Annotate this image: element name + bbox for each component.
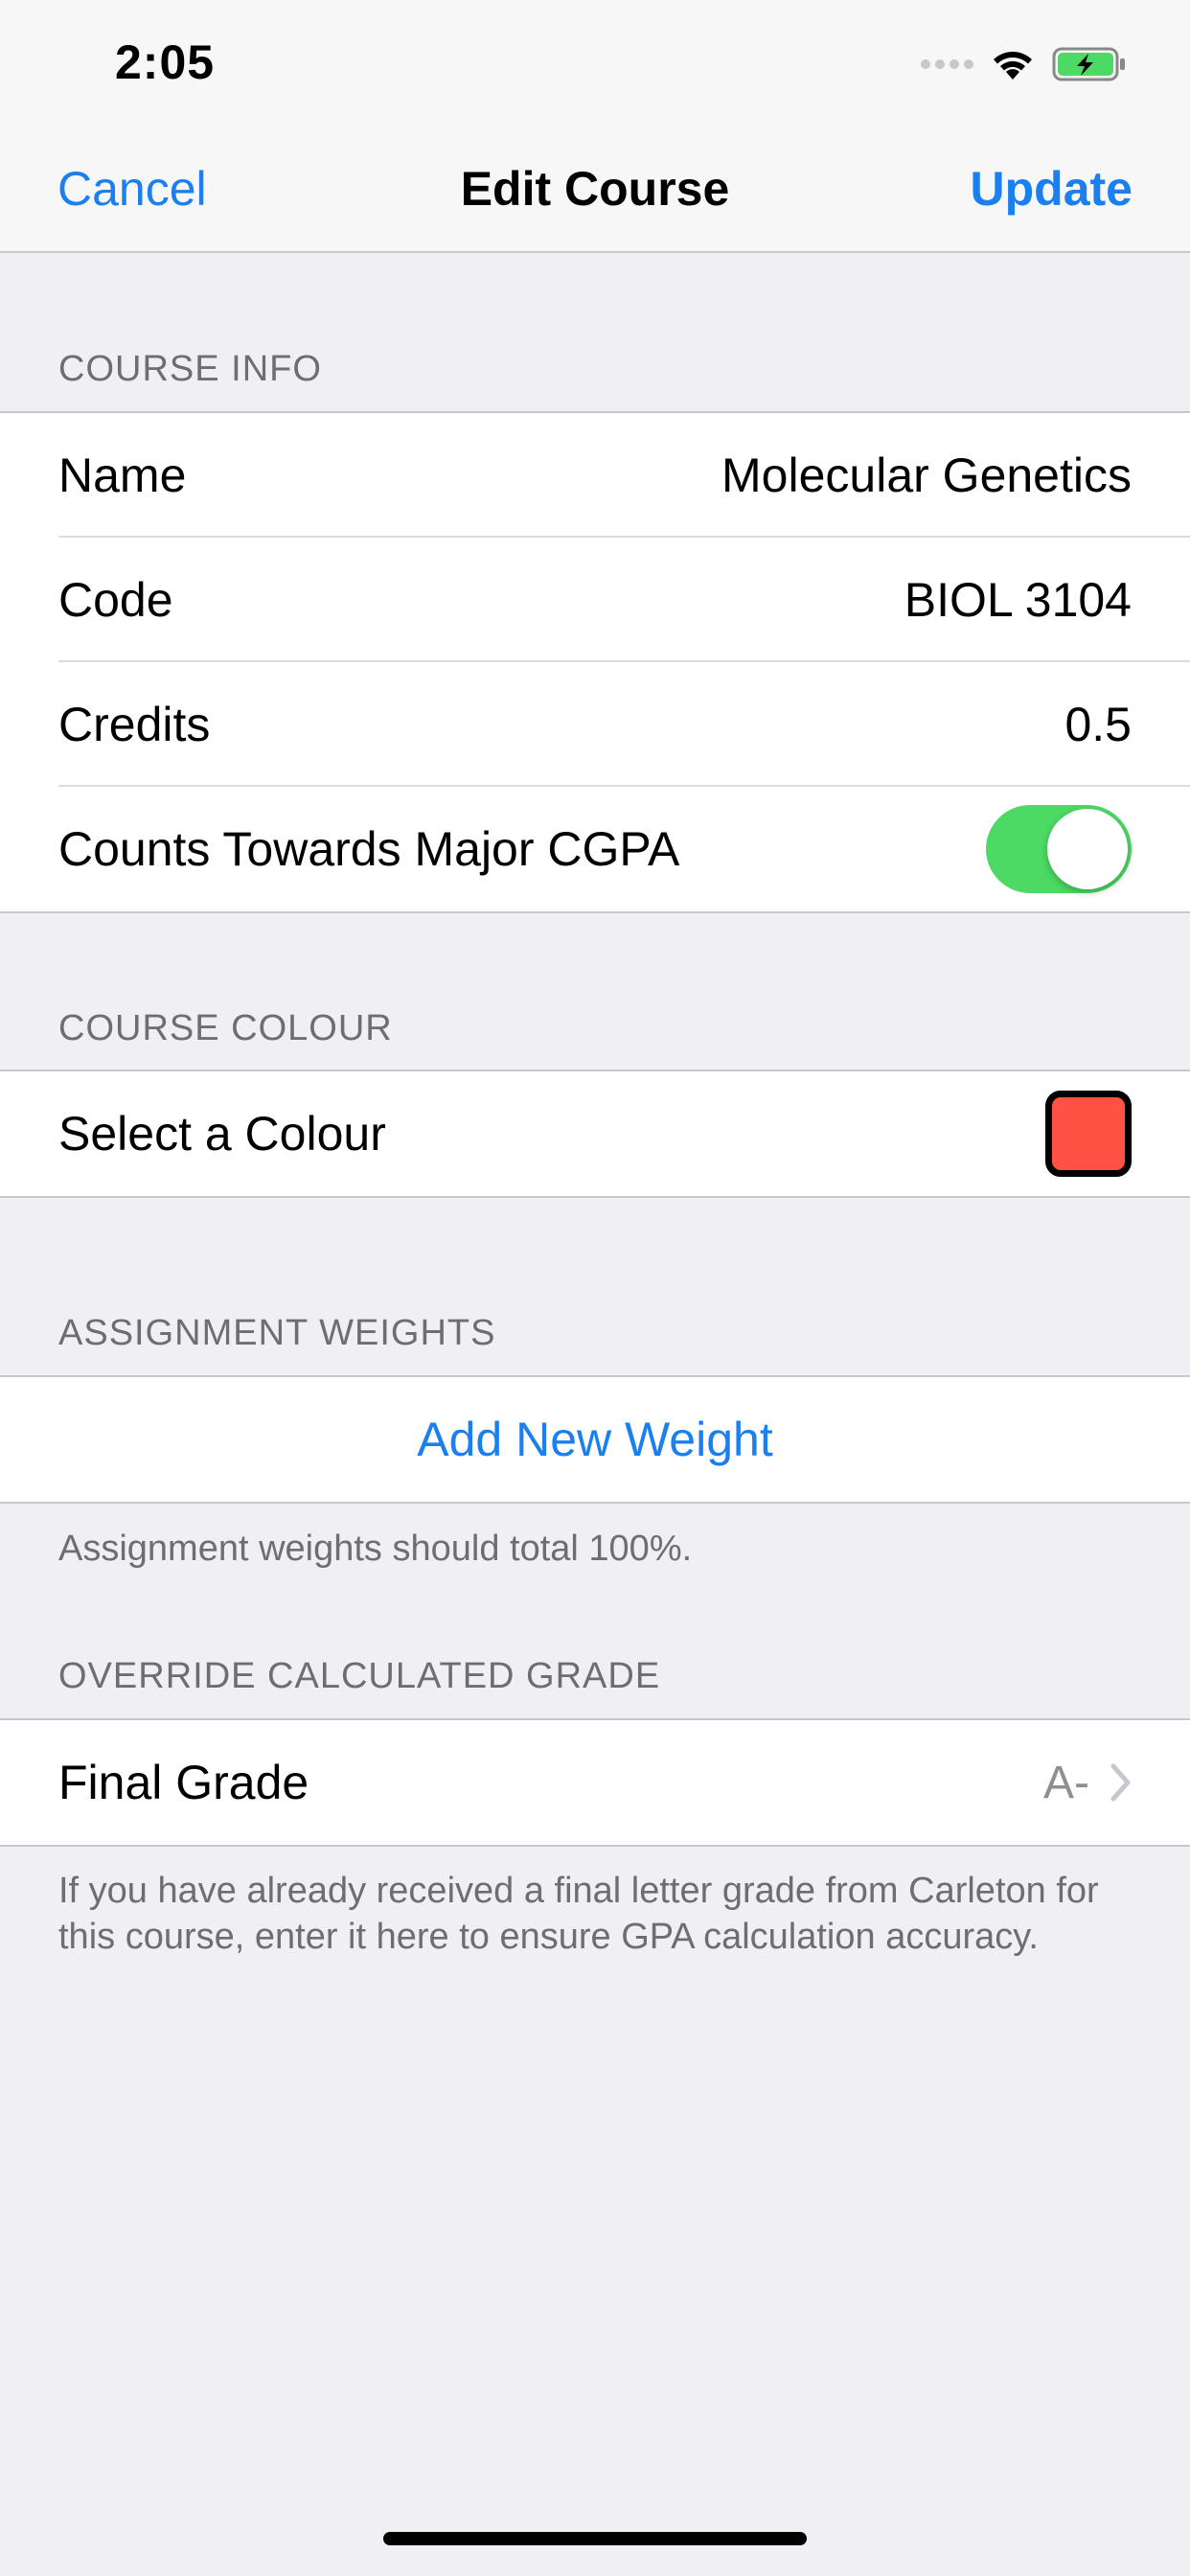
wifi-icon xyxy=(994,52,1032,80)
course-colour-group: Select a Colour xyxy=(0,1070,1190,1198)
section-header-override-grade: OVERRIDE CALCULATED GRADE xyxy=(58,1656,661,1696)
credits-row[interactable]: Credits 0.5 xyxy=(0,662,1190,787)
assignment-weights-footer: Assignment weights should total 100%. xyxy=(58,1529,693,1569)
code-label: Code xyxy=(58,573,173,627)
select-colour-row[interactable]: Select a Colour xyxy=(0,1071,1190,1196)
update-button[interactable]: Update xyxy=(971,161,1133,217)
signal-icon xyxy=(921,59,973,69)
section-header-course-colour: COURSE COLOUR xyxy=(58,1008,393,1048)
section-header-course-info: COURSE INFO xyxy=(58,349,322,389)
credits-label: Credits xyxy=(58,698,211,751)
credits-value[interactable]: 0.5 xyxy=(1064,697,1132,752)
major-cgpa-toggle[interactable] xyxy=(986,805,1132,893)
home-indicator xyxy=(383,2532,807,2545)
status-time: 2:05 xyxy=(115,35,216,89)
name-row[interactable]: Name Molecular Genetics xyxy=(0,413,1190,538)
course-info-group: Name Molecular Genetics Code BIOL 3104 C… xyxy=(0,411,1190,913)
name-label: Name xyxy=(58,448,187,502)
navigation-bar: Cancel Edit Course Update xyxy=(0,126,1190,253)
select-colour-label: Select a Colour xyxy=(58,1107,386,1161)
toggle-knob xyxy=(1047,809,1128,889)
battery-charging-icon xyxy=(1052,47,1125,81)
override-grade-footer: If you have already received a final let… xyxy=(58,1871,1099,1957)
name-value[interactable]: Molecular Genetics xyxy=(721,448,1132,503)
final-grade-row[interactable]: Final Grade A- xyxy=(0,1720,1190,1845)
major-cgpa-label: Counts Towards Major CGPA xyxy=(58,822,680,876)
code-value[interactable]: BIOL 3104 xyxy=(904,572,1132,628)
assignment-weights-group: Add New Weight xyxy=(0,1375,1190,1504)
add-new-weight-button[interactable]: Add New Weight xyxy=(58,1412,1132,1467)
chevron-right-icon xyxy=(1110,1763,1131,1802)
final-grade-value: A- xyxy=(1043,1757,1089,1808)
status-bar: 2:05 xyxy=(0,0,1190,126)
code-row[interactable]: Code BIOL 3104 xyxy=(0,538,1190,662)
override-grade-group: Final Grade A- xyxy=(0,1718,1190,1847)
add-weight-row[interactable]: Add New Weight xyxy=(0,1377,1190,1502)
major-cgpa-row: Counts Towards Major CGPA xyxy=(0,787,1190,911)
status-icons xyxy=(921,40,1127,88)
section-header-assignment-weights: ASSIGNMENT WEIGHTS xyxy=(58,1313,496,1353)
final-grade-label: Final Grade xyxy=(58,1756,309,1809)
colour-swatch[interactable] xyxy=(1045,1091,1132,1177)
